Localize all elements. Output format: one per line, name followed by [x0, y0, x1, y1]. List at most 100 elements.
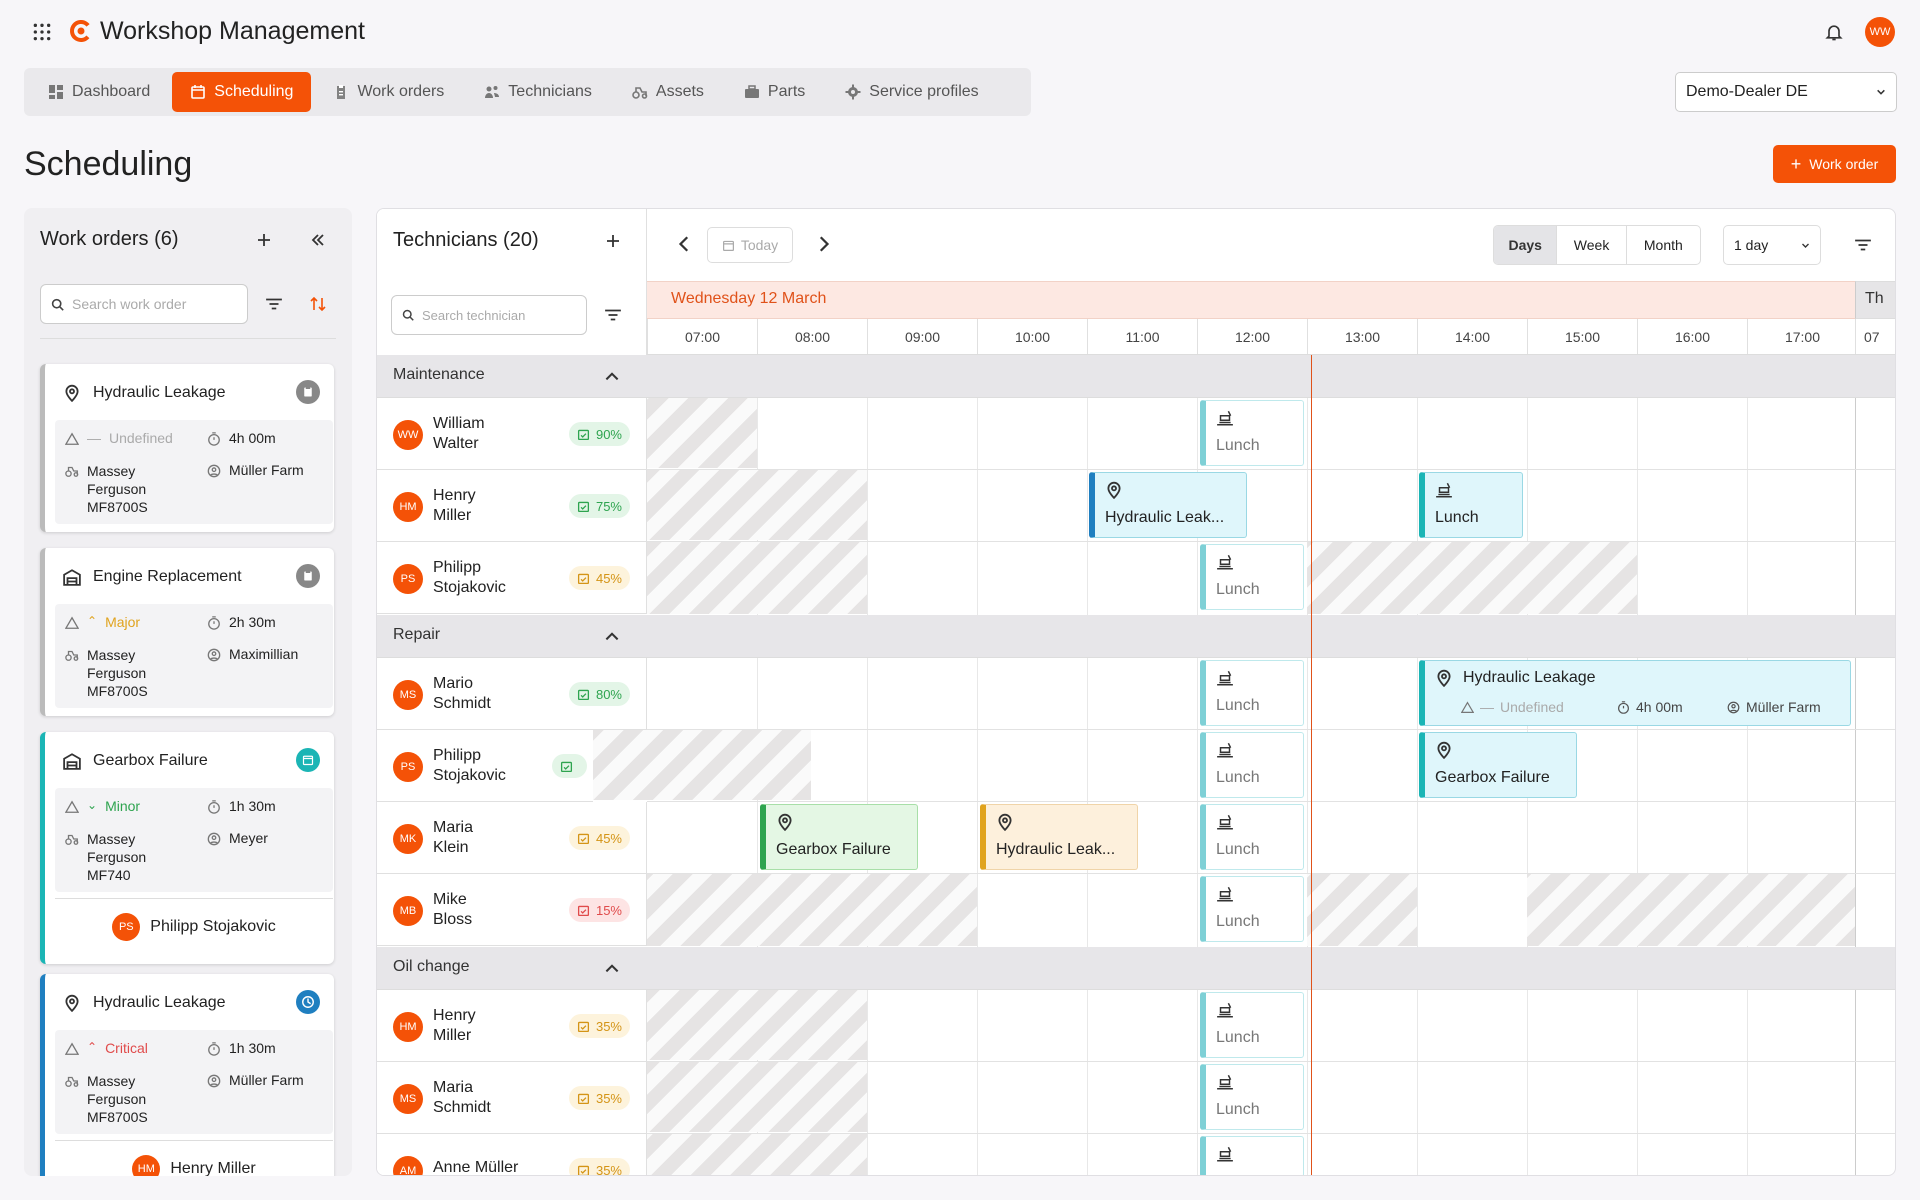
previous-day-icon[interactable]	[671, 229, 699, 259]
lunch-icon	[1217, 814, 1233, 830]
avatar: WW	[393, 420, 423, 450]
lunch-break[interactable]	[1200, 1136, 1304, 1175]
view-week-button[interactable]: Week	[1557, 226, 1627, 264]
add-work-order-icon[interactable]	[252, 228, 276, 252]
notifications-bell-icon[interactable]	[1823, 20, 1845, 44]
technician-search-input[interactable]: Search technician	[391, 295, 587, 335]
range-select[interactable]: 1 day	[1723, 225, 1821, 265]
technician-row[interactable]: MK Maria Klein 45%	[377, 802, 647, 874]
work-order-card[interactable]: Hydraulic Leakage — Undefined 4h 00m Mass…	[40, 364, 334, 532]
tab-technicians[interactable]: Technicians	[466, 72, 610, 112]
garage-icon	[63, 569, 81, 586]
tab-assets[interactable]: Assets	[614, 72, 722, 112]
technician-last-name: Schmidt	[433, 1099, 491, 1116]
technician-row[interactable]: WW William Walter 90%	[377, 398, 647, 470]
card-assignee: HM Henry Miller	[55, 1140, 333, 1176]
tab-label: Parts	[767, 83, 806, 100]
scheduled-work-order[interactable]: Gearbox Failure	[1419, 732, 1577, 798]
asset: Massey Ferguson MF740	[87, 831, 147, 883]
location-pin-icon	[1437, 741, 1451, 759]
calendar-check-icon	[577, 501, 589, 512]
tab-dashboard[interactable]: Dashboard	[30, 72, 168, 112]
user-avatar[interactable]: WW	[1865, 17, 1895, 47]
hour-label: 07	[1855, 319, 1895, 355]
sort-icon[interactable]	[306, 292, 330, 316]
utilization-badge: 75%	[568, 494, 630, 518]
utilization-badge: 35%	[568, 1158, 630, 1175]
lunch-break[interactable]: Lunch	[1200, 660, 1304, 726]
technician-row[interactable]: MB Mike Bloss 15%	[377, 874, 647, 946]
work-order-card[interactable]: Engine Replacement ⌃ Major 2h 30m Massey …	[40, 548, 334, 716]
lunch-break[interactable]: Lunch	[1200, 400, 1304, 466]
technician-last-name: Klein	[433, 839, 469, 856]
apps-grid-icon[interactable]	[30, 20, 54, 44]
range-value: 1 day	[1734, 237, 1769, 253]
calendar-check-icon	[577, 573, 589, 584]
new-work-order-button[interactable]: + Work order	[1773, 145, 1896, 183]
technician-row[interactable]: PS Philipp Stojakovic	[377, 730, 593, 802]
tab-scheduling[interactable]: Scheduling	[172, 72, 312, 112]
customer-icon	[207, 832, 221, 846]
filter-icon[interactable]	[262, 292, 286, 316]
lunch-break[interactable]: Lunch	[1200, 1064, 1304, 1130]
tab-parts[interactable]: Parts	[726, 72, 823, 112]
group-header-maintenance[interactable]: Maintenance	[377, 355, 1895, 398]
collapse-panel-icon[interactable]	[306, 228, 330, 252]
tab-label: Dashboard	[72, 83, 151, 100]
view-month-button[interactable]: Month	[1627, 226, 1700, 264]
lunch-break[interactable]: Lunch	[1200, 732, 1304, 798]
in-progress-clock-icon	[296, 990, 320, 1014]
technician-last-name: Schmidt	[433, 695, 491, 712]
tab-work-orders[interactable]: Work orders	[315, 72, 462, 112]
duration: 1h 30m	[229, 1040, 276, 1056]
chevron-up-icon[interactable]	[603, 627, 621, 645]
tab-label: Service profiles	[869, 83, 979, 100]
lunch-break[interactable]: Lunch	[1200, 804, 1304, 870]
scheduled-work-order[interactable]: Hydraulic Leakage — Undefined 4h 00m Müll…	[1419, 660, 1851, 726]
technician-last-name: Walter	[433, 435, 479, 452]
add-technician-icon[interactable]	[601, 229, 625, 253]
technician-row[interactable]: MS Mario Schmidt 80%	[377, 658, 647, 730]
calendar-check-icon	[577, 689, 589, 700]
lunch-icon	[1217, 886, 1233, 902]
scheduled-work-order[interactable]: Hydraulic Leak...	[1089, 472, 1247, 538]
technician-row[interactable]: HM Henry Miller 35%	[377, 990, 647, 1062]
lunch-break[interactable]: Lunch	[1200, 876, 1304, 942]
warning-icon	[65, 1042, 79, 1055]
tab-service-profiles[interactable]: Service profiles	[827, 72, 996, 112]
chevron-up-icon[interactable]	[603, 959, 621, 977]
technician-row[interactable]: MS Maria Schmidt 35%	[377, 1062, 647, 1134]
work-order-card[interactable]: Gearbox Failure ⌄ Minor 1h 30m Massey Fer…	[40, 732, 334, 964]
today-button[interactable]: Today	[707, 227, 793, 263]
lunch-break[interactable]: Lunch	[1200, 992, 1304, 1058]
technician-filter-icon[interactable]	[601, 303, 625, 327]
next-day-icon[interactable]	[809, 229, 837, 259]
card-details: ⌄ Minor 1h 30m Massey Ferguson MF740 Meye…	[55, 788, 333, 892]
calendar-filter-icon[interactable]	[1851, 233, 1875, 257]
dealer-select[interactable]: Demo-Dealer DE	[1675, 72, 1897, 112]
chevron-up-icon[interactable]	[603, 367, 621, 385]
location-pin-icon	[65, 384, 79, 402]
technician-row[interactable]: AM Anne Müller 35%	[377, 1134, 647, 1175]
utilization-badge: 80%	[568, 682, 630, 706]
tractor-icon	[632, 87, 648, 99]
lunch-icon	[1217, 742, 1233, 758]
tractor-icon	[65, 1076, 79, 1087]
unscheduled-badge-icon	[296, 564, 320, 588]
group-header-oil-change[interactable]: Oil change	[377, 947, 1895, 990]
technician-row[interactable]: PS Philipp Stojakovic 45%	[377, 542, 647, 614]
work-order-card[interactable]: Hydraulic Leakage ⌃ Critical 1h 30m Masse…	[40, 974, 334, 1176]
view-days-button[interactable]: Days	[1494, 226, 1558, 264]
scheduled-work-order[interactable]: Hydraulic Leak...	[980, 804, 1138, 870]
technician-row[interactable]: HM Henry Miller 75%	[377, 470, 647, 542]
tab-label: Scheduling	[214, 83, 294, 100]
work-order-search-input[interactable]: Search work order	[40, 284, 248, 324]
lunch-icon	[1217, 1002, 1233, 1018]
tab-label: Technicians	[508, 83, 592, 100]
lunch-icon	[1217, 1074, 1233, 1090]
lunch-break[interactable]: Lunch	[1419, 472, 1523, 538]
search-placeholder: Search work order	[72, 296, 187, 312]
lunch-break[interactable]: Lunch	[1200, 544, 1304, 610]
scheduled-work-order[interactable]: Gearbox Failure	[760, 804, 918, 870]
group-header-repair[interactable]: Repair	[377, 615, 1895, 658]
